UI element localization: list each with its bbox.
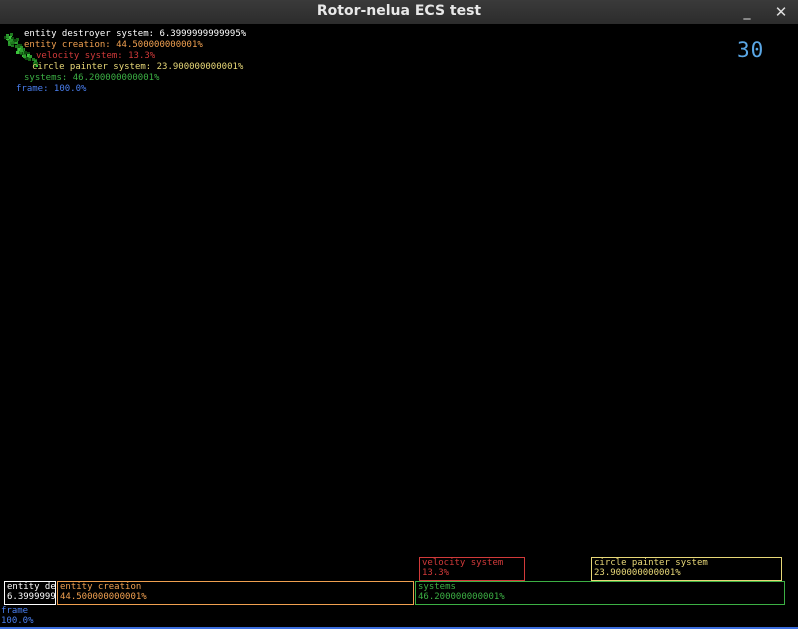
block-label: frame xyxy=(1,606,29,616)
block-value: 6.3999999999995% xyxy=(7,592,56,602)
particle xyxy=(27,57,31,61)
particle xyxy=(5,35,9,39)
particle xyxy=(15,45,19,49)
legend-systems: systems: 46.200000000001% xyxy=(24,73,160,83)
block-label: entity creation xyxy=(60,582,142,592)
window-title: Rotor-nelua ECS test xyxy=(316,3,482,19)
block-label: systems xyxy=(418,582,456,592)
block-label: velocity system xyxy=(422,558,504,568)
title-bar: Rotor-nelua ECS test _ ✕ xyxy=(0,0,798,25)
minimize-button[interactable]: _ xyxy=(737,2,757,22)
block-label: circle painter system xyxy=(594,558,708,568)
particle xyxy=(13,39,17,43)
block-value: 46.200000000001% xyxy=(418,592,505,602)
block-value: 23.900000000001% xyxy=(594,568,681,578)
particle xyxy=(28,54,32,58)
profiler-block-frame: frame 100.0% xyxy=(0,604,798,629)
legend-entity-creation: entity creation: 44.500000000001% xyxy=(24,40,203,50)
profiler-block-velocity: velocity system 13.3% xyxy=(419,557,525,581)
render-canvas: entity destroyer system: 6.3999999999995… xyxy=(0,24,798,629)
legend-circle-painter: circle painter system: 23.900000000001% xyxy=(32,62,244,72)
legend-entity-destroyer: entity destroyer system: 6.3999999999995… xyxy=(24,29,247,39)
legend-frame: frame: 100.0% xyxy=(16,84,87,94)
legend-velocity-system: velocity system: 13.3% xyxy=(36,51,156,61)
fps-counter: 30 xyxy=(737,38,765,62)
profiler-block-circle-painter: circle painter system 23.900000000001% xyxy=(591,557,782,581)
close-button[interactable]: ✕ xyxy=(771,2,791,22)
particle xyxy=(19,48,23,52)
block-value: 44.500000000001% xyxy=(60,592,147,602)
particle xyxy=(22,55,26,59)
profiler-block-systems: systems 46.200000000001% xyxy=(415,581,785,605)
profiler-block-entity-destroyer: entity destroyer system 6.3999999999995% xyxy=(4,581,56,605)
app-window: Rotor-nelua ECS test _ ✕ entity destroye… xyxy=(0,0,798,629)
profiler-block-entity-creation: entity creation 44.500000000001% xyxy=(57,581,414,605)
block-value: 13.3% xyxy=(422,568,450,578)
block-value: 100.0% xyxy=(1,616,34,626)
block-label: entity destroyer system xyxy=(7,582,56,592)
